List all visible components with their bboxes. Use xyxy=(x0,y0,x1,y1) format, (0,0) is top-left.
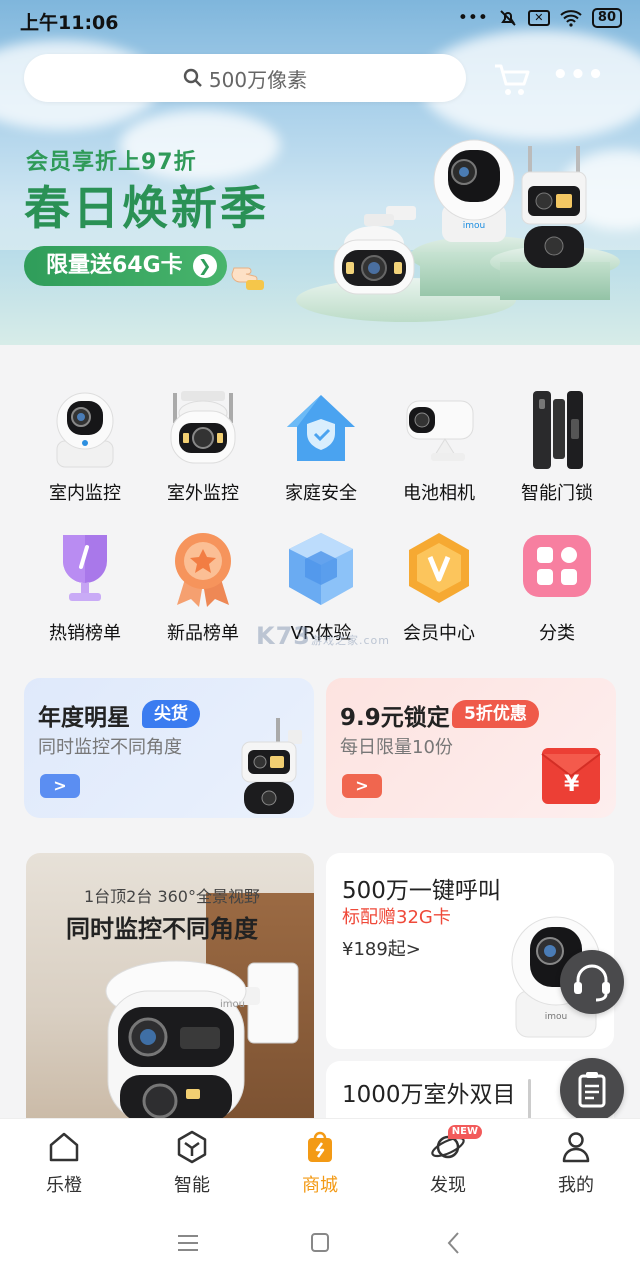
category-hot-sales[interactable]: 热销榜单 xyxy=(26,529,144,645)
home-square-icon[interactable] xyxy=(300,1228,340,1258)
search-input[interactable]: 500万像素 xyxy=(24,54,466,102)
category-label: 分类 xyxy=(539,623,575,644)
tab-discover[interactable]: NEW 发现 xyxy=(408,1125,488,1197)
hero-title: 春日焕新季 xyxy=(24,181,269,235)
pointing-hand-icon xyxy=(231,267,264,290)
menu-icon[interactable] xyxy=(168,1228,208,1258)
vr-cube-icon xyxy=(283,529,359,605)
promo-subtitle: 每日限量10份 xyxy=(340,737,453,758)
person-icon xyxy=(558,1129,594,1165)
promo-card-deal[interactable]: 9.9元锁定 5折优惠 每日限量10份 > ¥ xyxy=(326,678,616,818)
home-shield-icon xyxy=(283,389,359,465)
category-all[interactable]: 分类 xyxy=(498,529,616,645)
indoor-camera-icon xyxy=(47,389,123,468)
battery-icon: 80 xyxy=(591,8,622,28)
status-time: 上午11:06 xyxy=(20,12,119,34)
sim-off-icon: ✕ xyxy=(527,10,550,26)
tab-label: 乐橙 xyxy=(46,1175,82,1196)
category-label: 智能门锁 xyxy=(521,483,593,504)
category-member-center[interactable]: 会员中心 xyxy=(380,529,498,645)
camera-image xyxy=(241,718,302,814)
clipboard-icon xyxy=(578,1072,606,1108)
svg-text:imou: imou xyxy=(463,221,485,231)
scroll-indicator xyxy=(528,1079,531,1119)
category-label: 电池相机 xyxy=(403,483,475,504)
category-smart-lock[interactable]: 智能门锁 xyxy=(498,389,616,505)
hero-cta-label: 限量送64G卡 xyxy=(46,253,183,278)
mute-icon xyxy=(500,10,516,26)
hero-cta-button[interactable]: 限量送64G卡 ❯ xyxy=(24,246,227,286)
smart-lock-icon xyxy=(519,389,595,469)
promo-arrow-button[interactable]: > xyxy=(342,774,382,798)
category-label: 室内监控 xyxy=(49,483,121,504)
category-outdoor-camera[interactable]: 室外监控 xyxy=(144,389,262,505)
bottom-tab-bar: 乐橙 智能 商城 NEW 发现 我的 xyxy=(0,1118,640,1204)
feed-line2: 同时监控不同角度 xyxy=(66,915,258,943)
envelope-symbol: ¥ xyxy=(564,772,580,797)
watermark: K73游戏之家.com xyxy=(256,622,390,650)
tab-label: 商城 xyxy=(302,1175,338,1196)
feed-title: 1000万室外双目 xyxy=(342,1082,516,1108)
back-icon[interactable] xyxy=(434,1228,474,1258)
system-navigation-bar xyxy=(0,1204,640,1280)
promo-subtitle: 同时监控不同角度 xyxy=(38,737,182,758)
category-new-products[interactable]: 新品榜单 xyxy=(144,529,262,645)
tab-smart[interactable]: 智能 xyxy=(152,1129,232,1197)
category-indoor-camera[interactable]: 室内监控 xyxy=(26,389,144,505)
outdoor-camera-icon xyxy=(165,389,241,465)
tab-mall[interactable]: 商城 xyxy=(280,1129,360,1197)
grid-icon xyxy=(519,529,595,605)
category-label: 新品榜单 xyxy=(167,623,239,644)
dual-camera-image: imou xyxy=(105,960,299,1118)
promo-title: 9.9元锁定 xyxy=(340,705,450,731)
feed-line1: 1台顶2台 360°全景视野 xyxy=(84,887,260,906)
status-bar: 上午11:06 ••• ✕ 80 xyxy=(0,0,640,40)
tab-label: 发现 xyxy=(430,1175,466,1196)
tab-lecheng[interactable]: 乐橙 xyxy=(24,1129,104,1197)
feed-card-dual-camera[interactable]: 1台顶2台 360°全景视野 同时监控不同角度 imou xyxy=(26,853,314,1118)
tab-me[interactable]: 我的 xyxy=(536,1129,616,1197)
shopping-bag-icon xyxy=(302,1129,338,1165)
trophy-icon xyxy=(47,529,123,605)
category-label: 室外监控 xyxy=(167,483,239,504)
feed-price: ¥189起> xyxy=(342,939,421,960)
indoor-camera-image: imou xyxy=(433,139,515,242)
medal-icon xyxy=(165,529,241,607)
cube-icon xyxy=(174,1129,210,1165)
wifi-icon xyxy=(560,10,582,27)
category-label: 家庭安全 xyxy=(285,483,357,504)
category-battery-camera[interactable]: 电池相机 xyxy=(380,389,498,505)
promo-tag: 尖货 xyxy=(142,700,200,728)
category-label: 热销榜单 xyxy=(49,623,121,644)
promo-title: 年度明星 xyxy=(38,705,130,731)
outdoor-camera-image xyxy=(333,206,416,295)
promo-arrow-button[interactable]: > xyxy=(40,774,80,798)
headset-icon xyxy=(574,964,610,1002)
feed-badge: 标配赠32G卡 xyxy=(342,907,451,928)
hero-banner[interactable]: imou 上午11:06 ••• ✕ 80 500万像素 ••• 会员享折上97… xyxy=(0,0,640,345)
chevron-right-icon: ❯ xyxy=(192,254,217,278)
dual-lens-camera-image xyxy=(521,146,587,268)
planet-icon: NEW xyxy=(430,1125,482,1165)
home-icon xyxy=(46,1129,82,1165)
category-grid: 室内监控 室外监控 家庭安全 电池相机 智能门锁 热销榜单 新品榜单 VR体验 … xyxy=(0,345,640,655)
vip-hexagon-icon xyxy=(401,529,477,605)
new-badge: NEW xyxy=(447,1125,482,1139)
dots-icon: ••• xyxy=(457,8,488,28)
customer-service-button[interactable] xyxy=(560,950,624,1014)
promo-tag: 5折优惠 xyxy=(452,700,539,728)
search-placeholder: 500万像素 xyxy=(208,67,308,92)
svg-text:imou: imou xyxy=(220,999,245,1010)
feed-title: 500万一键呼叫 xyxy=(342,878,501,904)
category-label: 会员中心 xyxy=(403,623,475,644)
category-home-security[interactable]: 家庭安全 xyxy=(262,389,380,505)
tab-label: 智能 xyxy=(174,1175,210,1196)
more-options-icon[interactable]: ••• xyxy=(552,60,604,96)
tab-label: 我的 xyxy=(558,1175,594,1196)
cart-icon[interactable] xyxy=(492,60,532,100)
promo-card-star[interactable]: 年度明星 尖货 同时监控不同角度 > xyxy=(24,678,314,818)
battery-camera-icon xyxy=(401,389,477,465)
order-list-button[interactable] xyxy=(560,1058,624,1122)
search-icon xyxy=(183,68,202,87)
